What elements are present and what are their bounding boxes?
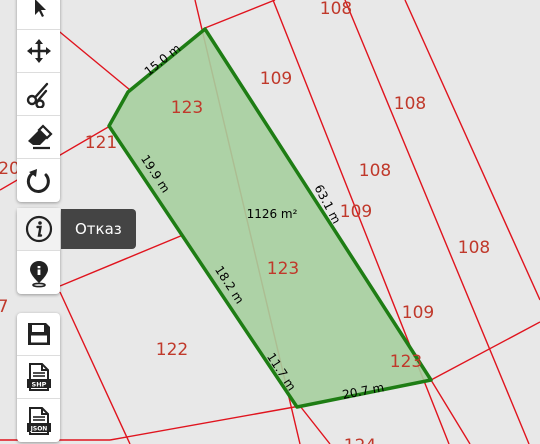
parcel-label: 123 xyxy=(390,352,422,372)
tooltip: Отказ xyxy=(61,209,136,249)
save-icon xyxy=(27,323,50,345)
file-toolbar: SHP JSON xyxy=(17,313,60,442)
save-button[interactable] xyxy=(17,313,60,356)
location-pin-icon xyxy=(29,260,48,287)
edit-toolbar xyxy=(17,0,60,202)
parcel-label: 123 xyxy=(171,98,203,118)
parcel-area-label: 1126 m² xyxy=(247,207,298,221)
cut-button[interactable] xyxy=(17,73,60,116)
undo-icon xyxy=(26,168,50,193)
erase-button[interactable] xyxy=(17,116,60,159)
info-button[interactable] xyxy=(17,208,60,251)
shp-file-icon: SHP xyxy=(26,363,51,391)
pointer-icon xyxy=(34,0,46,17)
info-toolbar xyxy=(17,208,60,294)
json-file-label: JSON xyxy=(29,425,47,432)
tooltip-text: Отказ xyxy=(75,220,122,238)
parcel-label: 7 xyxy=(0,297,8,317)
shp-file-label: SHP xyxy=(31,380,46,388)
parcel-label: 108 xyxy=(320,0,352,19)
info-icon xyxy=(25,215,52,243)
parcel-label: 121 xyxy=(85,133,117,153)
move-icon xyxy=(26,39,51,63)
parcel-label: 109 xyxy=(402,303,434,323)
move-button[interactable] xyxy=(17,30,60,73)
parcel-label: 124 xyxy=(344,436,376,444)
scissors-icon xyxy=(26,82,48,108)
location-button[interactable] xyxy=(17,251,60,294)
parcel-label: 108 xyxy=(359,161,391,181)
parcel-label: 109 xyxy=(260,69,292,89)
parcel-label: 108 xyxy=(458,238,490,258)
json-file-icon: JSON xyxy=(26,406,51,435)
export-shp-button[interactable]: SHP xyxy=(17,356,60,399)
undo-button[interactable] xyxy=(17,159,60,202)
eraser-icon xyxy=(27,124,53,150)
parcel-label: 109 xyxy=(340,202,372,222)
parcel-label: 108 xyxy=(394,94,426,114)
parcel-label: 123 xyxy=(267,259,299,279)
parcel-label: 122 xyxy=(156,340,188,360)
export-json-button[interactable]: JSON xyxy=(17,399,60,442)
pointer-button[interactable] xyxy=(17,0,60,30)
